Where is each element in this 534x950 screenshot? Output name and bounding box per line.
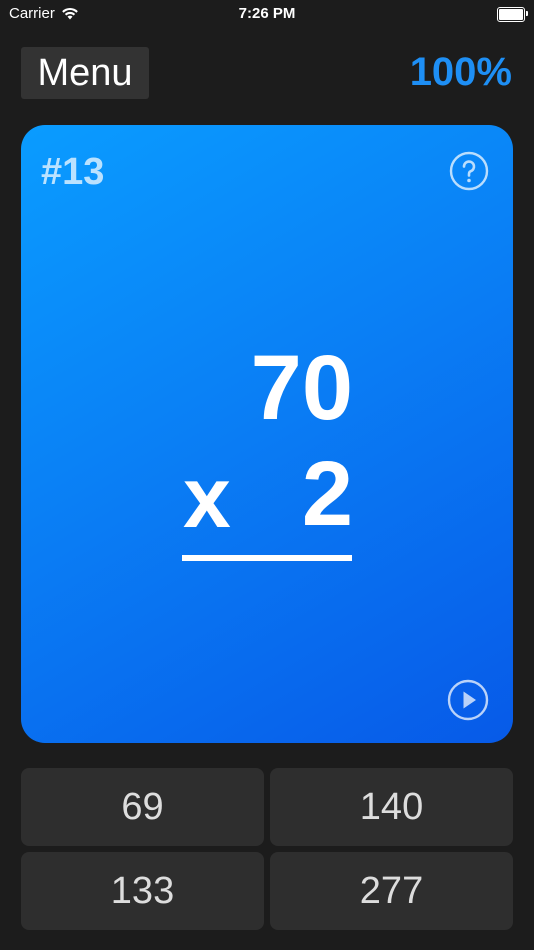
- menu-button[interactable]: Menu: [21, 47, 149, 99]
- status-time: 7:26 PM: [238, 5, 296, 22]
- top-operand: 70: [250, 337, 353, 439]
- operator-symbol: x: [183, 450, 231, 546]
- flash-card: #13 70 x 2: [21, 125, 513, 743]
- bottom-operand: 2: [301, 443, 353, 545]
- battery-icon: [497, 7, 528, 22]
- answer-button-3[interactable]: 133: [21, 852, 264, 930]
- status-right: [497, 7, 528, 22]
- math-problem: 70 x 2: [181, 335, 353, 561]
- status-bar: Carrier 7:26 PM: [0, 0, 534, 30]
- score-percentage: 100%: [409, 50, 512, 94]
- answer-button-1[interactable]: 69: [21, 768, 264, 846]
- bottom-row: x 2: [181, 441, 353, 555]
- answer-button-4[interactable]: 277: [270, 852, 513, 930]
- answer-button-2[interactable]: 140: [270, 768, 513, 846]
- play-icon[interactable]: [447, 679, 489, 721]
- answer-line: [182, 555, 352, 561]
- card-number: #13: [41, 151, 105, 193]
- help-icon[interactable]: [449, 151, 489, 191]
